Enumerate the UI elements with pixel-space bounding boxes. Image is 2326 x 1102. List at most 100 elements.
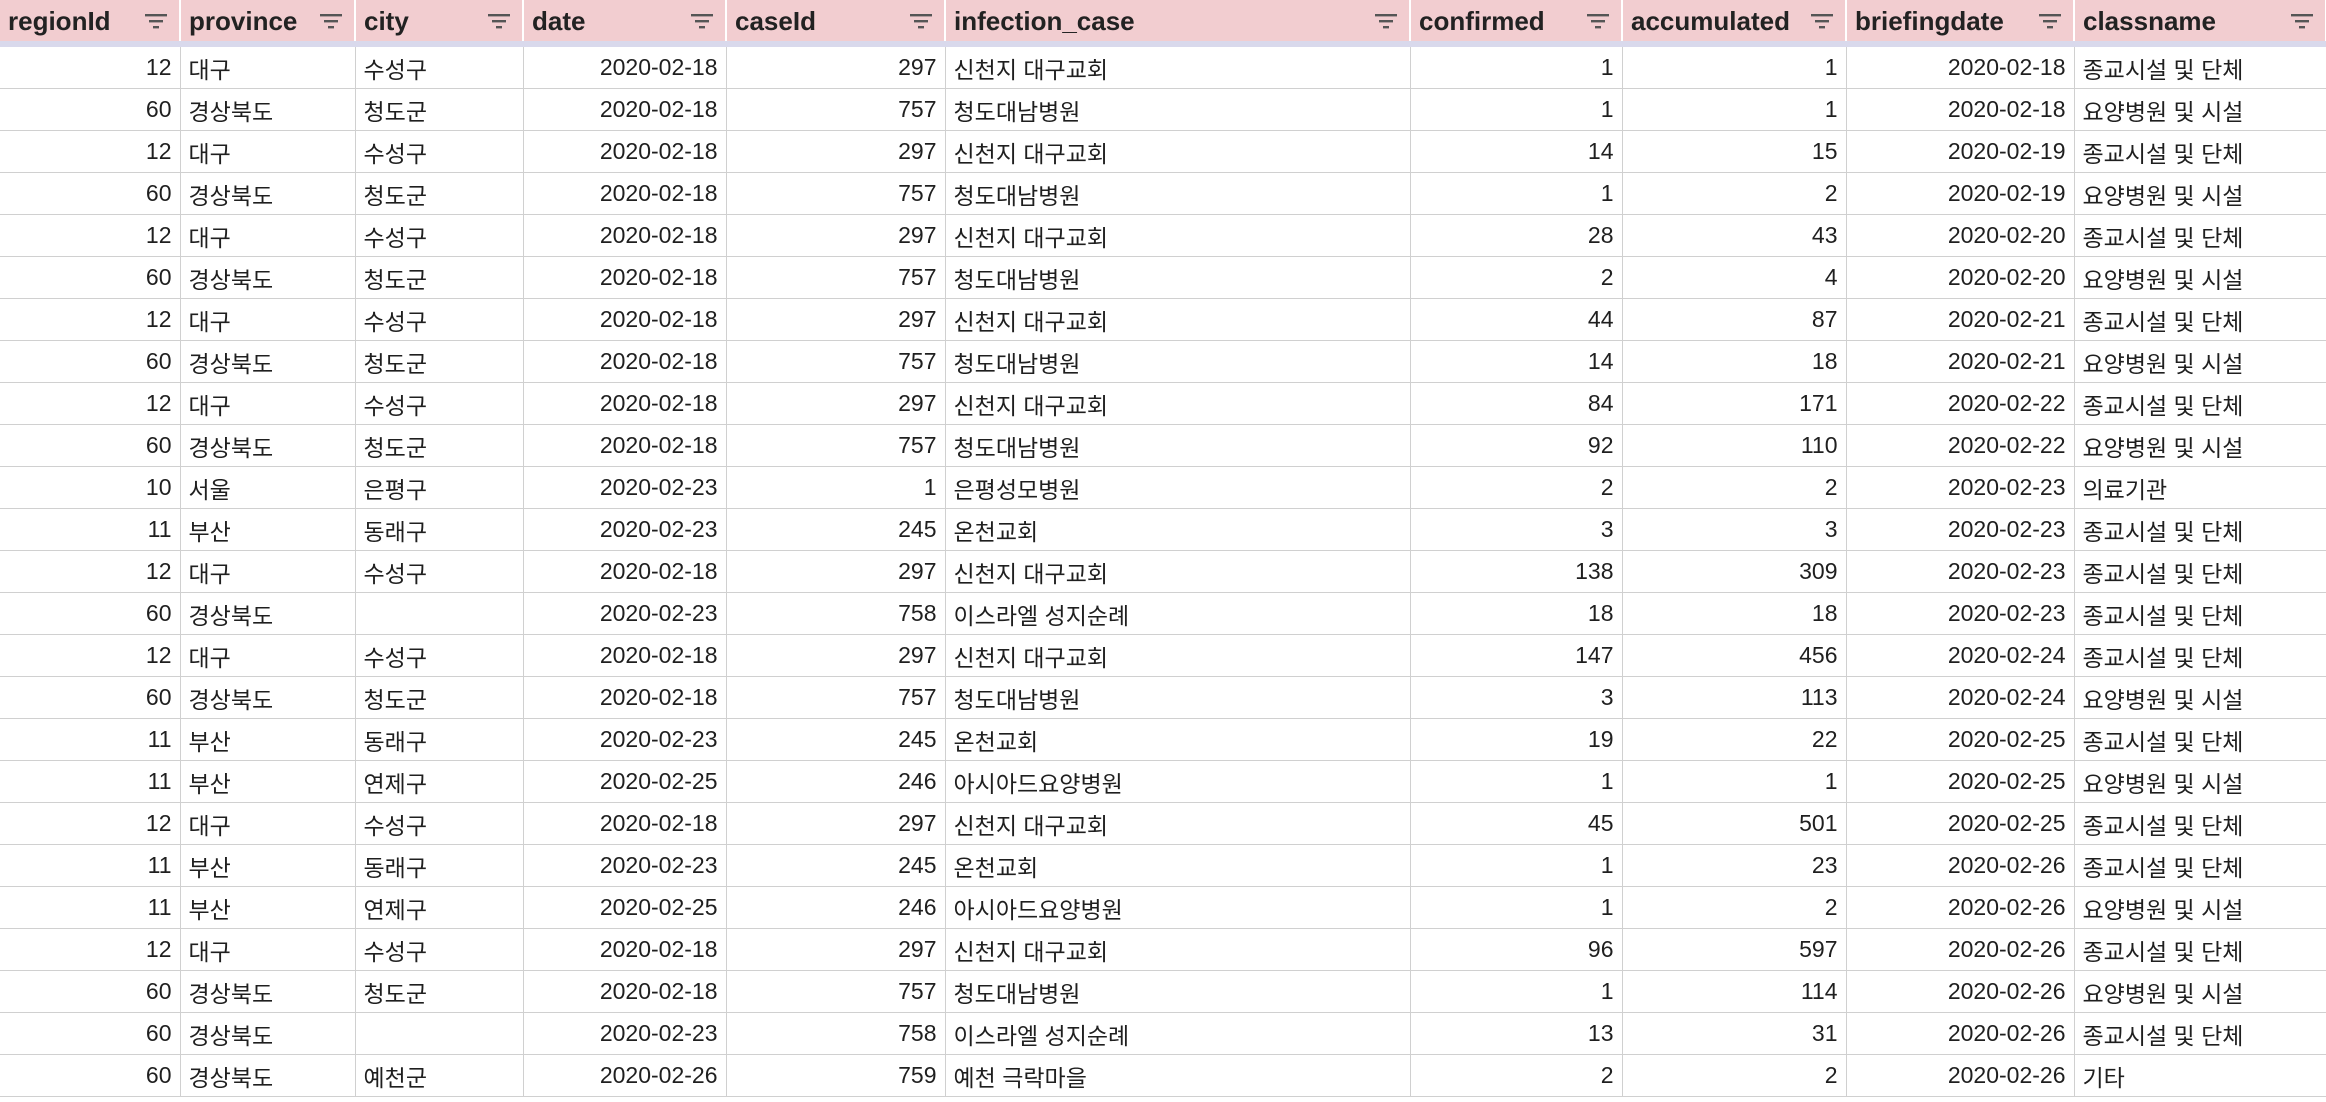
column-header-regionid[interactable]: regionId [0,0,181,47]
cell-confirmed[interactable]: 1 [1410,886,1623,929]
cell-accumulated[interactable]: 87 [1622,298,1847,341]
cell-classname[interactable]: 종교시설 및 단체 [2074,298,2326,341]
cell-regionid[interactable]: 12 [0,382,181,425]
cell-date[interactable]: 2020-02-25 [523,760,727,803]
cell-confirmed[interactable]: 1 [1410,844,1623,887]
cell-classname[interactable]: 종교시설 및 단체 [2074,508,2326,551]
cell-caseid[interactable]: 297 [726,928,946,971]
cell-confirmed[interactable]: 1 [1410,44,1623,89]
cell-accumulated[interactable]: 113 [1622,676,1847,719]
cell-province[interactable]: 서울 [180,466,356,509]
cell-caseid[interactable]: 245 [726,844,946,887]
cell-regionid[interactable]: 12 [0,130,181,173]
cell-caseid[interactable]: 297 [726,802,946,845]
cell-province[interactable]: 대구 [180,298,356,341]
cell-classname[interactable]: 종교시설 및 단체 [2074,550,2326,593]
cell-classname[interactable]: 기타 [2074,1054,2326,1097]
cell-city[interactable]: 수성구 [355,382,524,425]
cell-accumulated[interactable]: 2 [1622,172,1847,215]
cell-briefingdate[interactable]: 2020-02-26 [1846,844,2075,887]
cell-confirmed[interactable]: 1 [1410,760,1623,803]
column-header-city[interactable]: city [355,0,524,47]
cell-infection-case[interactable]: 온천교회 [945,508,1411,551]
column-header-date[interactable]: date [523,0,727,47]
cell-province[interactable]: 경상북도 [180,424,356,467]
cell-date[interactable]: 2020-02-18 [523,550,727,593]
cell-city[interactable]: 청도군 [355,970,524,1013]
cell-province[interactable]: 부산 [180,886,356,929]
filter-icon[interactable] [1373,10,1399,32]
cell-infection-case[interactable]: 신천지 대구교회 [945,214,1411,257]
cell-province[interactable]: 대구 [180,550,356,593]
cell-infection-case[interactable]: 청도대남병원 [945,424,1411,467]
cell-caseid[interactable]: 757 [726,256,946,299]
cell-accumulated[interactable]: 31 [1622,1012,1847,1055]
cell-caseid[interactable]: 297 [726,214,946,257]
cell-city[interactable] [355,592,524,635]
filter-icon[interactable] [2289,10,2315,32]
cell-date[interactable]: 2020-02-23 [523,508,727,551]
cell-classname[interactable]: 종교시설 및 단체 [2074,592,2326,635]
cell-caseid[interactable]: 757 [726,340,946,383]
cell-province[interactable]: 대구 [180,214,356,257]
cell-city[interactable]: 수성구 [355,634,524,677]
cell-regionid[interactable]: 12 [0,44,181,89]
cell-city[interactable]: 예천군 [355,1054,524,1097]
cell-infection-case[interactable]: 신천지 대구교회 [945,802,1411,845]
cell-infection-case[interactable]: 신천지 대구교회 [945,382,1411,425]
cell-date[interactable]: 2020-02-18 [523,298,727,341]
cell-province[interactable]: 대구 [180,130,356,173]
cell-regionid[interactable]: 60 [0,592,181,635]
cell-caseid[interactable]: 757 [726,88,946,131]
cell-infection-case[interactable]: 청도대남병원 [945,256,1411,299]
cell-classname[interactable]: 종교시설 및 단체 [2074,928,2326,971]
column-header-province[interactable]: province [180,0,356,47]
cell-province[interactable]: 대구 [180,382,356,425]
cell-province[interactable]: 대구 [180,802,356,845]
cell-date[interactable]: 2020-02-18 [523,44,727,89]
filter-icon[interactable] [908,10,934,32]
cell-caseid[interactable]: 297 [726,298,946,341]
cell-briefingdate[interactable]: 2020-02-19 [1846,130,2075,173]
cell-city[interactable]: 동래구 [355,844,524,887]
cell-infection-case[interactable]: 신천지 대구교회 [945,550,1411,593]
cell-confirmed[interactable]: 1 [1410,88,1623,131]
cell-caseid[interactable]: 757 [726,970,946,1013]
cell-regionid[interactable]: 60 [0,256,181,299]
cell-briefingdate[interactable]: 2020-02-23 [1846,466,2075,509]
cell-confirmed[interactable]: 147 [1410,634,1623,677]
cell-briefingdate[interactable]: 2020-02-18 [1846,44,2075,89]
cell-regionid[interactable]: 60 [0,676,181,719]
cell-date[interactable]: 2020-02-18 [523,256,727,299]
filter-icon[interactable] [1809,10,1835,32]
cell-infection-case[interactable]: 신천지 대구교회 [945,130,1411,173]
cell-regionid[interactable]: 10 [0,466,181,509]
cell-date[interactable]: 2020-02-18 [523,970,727,1013]
cell-date[interactable]: 2020-02-18 [523,424,727,467]
cell-briefingdate[interactable]: 2020-02-19 [1846,172,2075,215]
column-header-accumulated[interactable]: accumulated [1622,0,1847,47]
cell-briefingdate[interactable]: 2020-02-25 [1846,802,2075,845]
cell-briefingdate[interactable]: 2020-02-20 [1846,214,2075,257]
cell-date[interactable]: 2020-02-18 [523,634,727,677]
cell-infection-case[interactable]: 예천 극락마을 [945,1054,1411,1097]
cell-infection-case[interactable]: 청도대남병원 [945,172,1411,215]
cell-regionid[interactable]: 11 [0,886,181,929]
cell-accumulated[interactable]: 15 [1622,130,1847,173]
cell-briefingdate[interactable]: 2020-02-22 [1846,424,2075,467]
cell-infection-case[interactable]: 신천지 대구교회 [945,298,1411,341]
cell-date[interactable]: 2020-02-23 [523,466,727,509]
cell-infection-case[interactable]: 온천교회 [945,718,1411,761]
cell-classname[interactable]: 요양병원 및 시설 [2074,760,2326,803]
cell-province[interactable]: 부산 [180,760,356,803]
cell-briefingdate[interactable]: 2020-02-23 [1846,592,2075,635]
cell-accumulated[interactable]: 22 [1622,718,1847,761]
cell-accumulated[interactable]: 1 [1622,44,1847,89]
cell-regionid[interactable]: 11 [0,508,181,551]
cell-province[interactable]: 경상북도 [180,1054,356,1097]
filter-icon[interactable] [486,10,512,32]
filter-icon[interactable] [2037,10,2063,32]
cell-briefingdate[interactable]: 2020-02-20 [1846,256,2075,299]
cell-province[interactable]: 부산 [180,844,356,887]
cell-regionid[interactable]: 11 [0,844,181,887]
